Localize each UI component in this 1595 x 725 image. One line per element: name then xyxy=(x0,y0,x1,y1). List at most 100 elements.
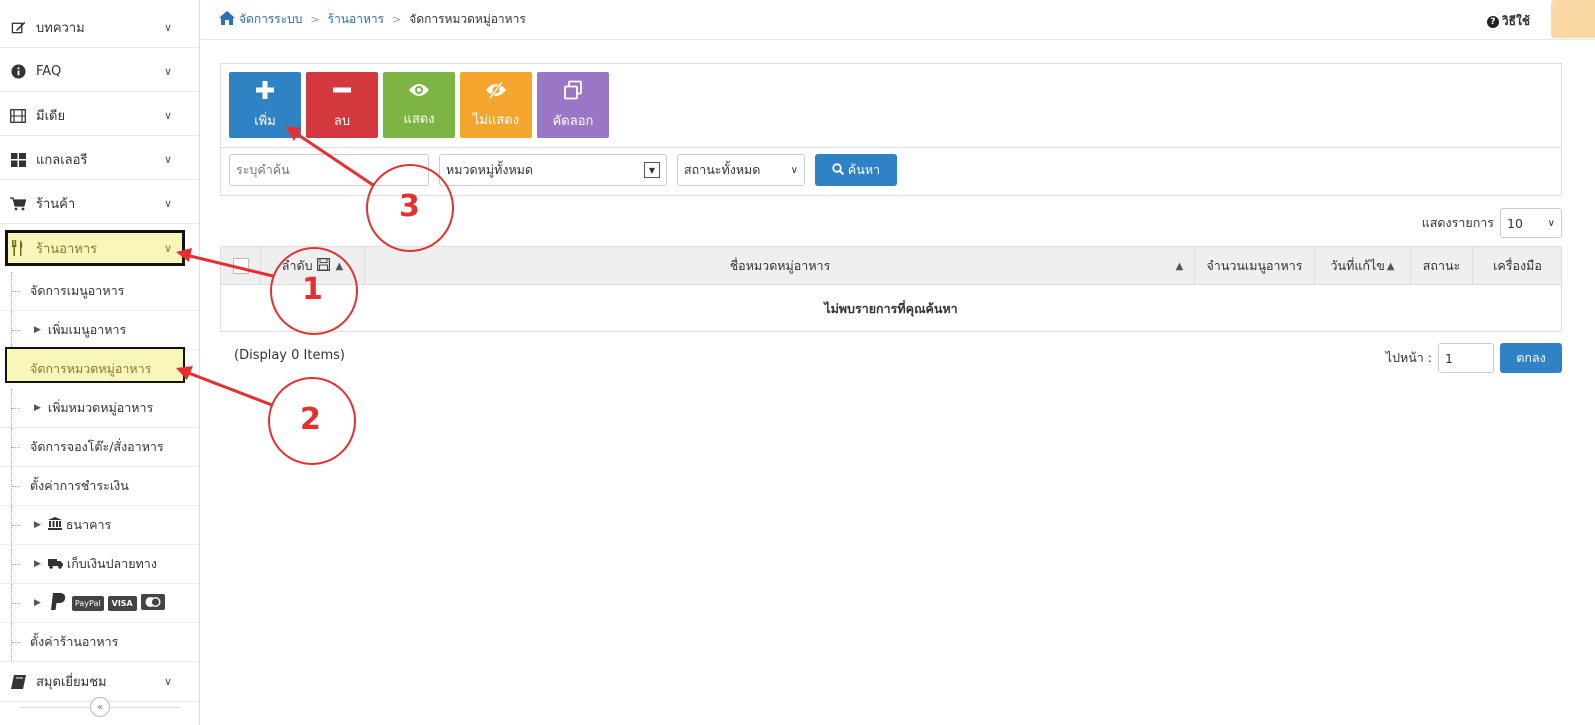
grid-icon xyxy=(10,152,26,168)
caret-right-icon: ▶ xyxy=(34,520,41,530)
page-jump-label: ไปหน้า : xyxy=(1385,350,1432,365)
sidebar-sub-menu-manage[interactable]: จัดการเมนูอาหาร xyxy=(0,272,199,311)
chevron-down-icon: ∨ xyxy=(163,21,173,34)
column-modified-date[interactable]: วันที่แก้ไข ▲ xyxy=(1315,247,1411,285)
sort-asc-icon[interactable]: ▲ xyxy=(336,261,344,272)
copy-button[interactable]: คัดลอก xyxy=(537,72,609,138)
annotation-number-2: 2 xyxy=(300,402,321,437)
corner-button[interactable] xyxy=(1551,0,1595,38)
tree-line xyxy=(11,506,20,544)
sidebar: บทความ ∨ FAQ ∨ มีเดีย ∨ แกลเลอรี ∨ ร้านค… xyxy=(0,0,200,725)
column-label: ชื่อหมวดหมู่อาหาร xyxy=(729,258,831,273)
sidebar-item-faq[interactable]: FAQ ∨ xyxy=(0,52,199,92)
column-tools: เครื่องมือ xyxy=(1473,247,1562,285)
book-icon xyxy=(10,674,26,690)
breadcrumb-separator: > xyxy=(310,13,320,26)
caret-right-icon: ▶ xyxy=(34,325,41,335)
sort-asc-icon[interactable]: ▲ xyxy=(1387,261,1395,272)
column-menu-count[interactable]: จำนวนเมนูอาหาร xyxy=(1195,247,1315,285)
sidebar-sub-cod[interactable]: ▶ เก็บเงินปลายทาง xyxy=(0,545,199,584)
home-icon xyxy=(219,11,235,28)
bank-icon xyxy=(47,517,62,533)
status-select[interactable]: สถานะทั้งหมด ∨ xyxy=(677,154,805,186)
paypal-badge: PayPal xyxy=(71,595,104,611)
search-input[interactable]: ระบุคำค้น xyxy=(229,154,429,186)
truck-icon xyxy=(47,557,63,572)
sidebar-item-label: แกลเลอรี xyxy=(36,153,88,168)
tree-line xyxy=(11,311,20,349)
column-label: เครื่องมือ xyxy=(1493,258,1542,273)
help-label: วิธีใช้ xyxy=(1501,14,1530,28)
sidebar-sub-label: ตั้งค่าการชำระเงิน xyxy=(30,478,129,493)
per-page-select[interactable]: 10 ∨ xyxy=(1500,208,1562,238)
breadcrumb: จัดการระบบ > ร้านอาหาร > จัดการหมวดหมู่อ… xyxy=(219,10,526,29)
hide-button[interactable]: ไม่แสดง xyxy=(460,72,532,138)
sidebar-item-label: สมุดเยี่ยมชม xyxy=(36,675,107,690)
chevron-down-icon: ∨ xyxy=(163,675,173,688)
category-select[interactable]: หมวดหมู่ทั้งหมด ▼ xyxy=(439,154,667,186)
show-button[interactable]: แสดง xyxy=(383,72,455,138)
tree-line xyxy=(11,623,20,661)
sidebar-item-media[interactable]: มีเดีย ∨ xyxy=(0,96,199,136)
edit-icon xyxy=(10,20,26,36)
chevron-down-icon: ∨ xyxy=(163,109,173,122)
chevron-down-icon: ∨ xyxy=(163,241,173,255)
top-bar: จัดการระบบ > ร้านอาหาร > จัดการหมวดหมู่อ… xyxy=(201,0,1595,40)
chevron-down-icon: ∨ xyxy=(163,197,173,210)
sidebar-sub-payment[interactable]: ตั้งค่าการชำระเงิน xyxy=(0,467,199,506)
per-page-label: แสดงรายการ xyxy=(1421,215,1494,230)
chevron-down-icon: ∨ xyxy=(1547,217,1555,229)
breadcrumb-home[interactable]: จัดการระบบ xyxy=(219,10,302,29)
sidebar-sub-label: จัดการหมวดหมู่อาหาร xyxy=(30,360,152,376)
sidebar-sub-menu-add[interactable]: ▶ เพิ่มเมนูอาหาร xyxy=(0,311,199,350)
sidebar-item-guestbook[interactable]: สมุดเยี่ยมชม ∨ xyxy=(0,662,199,702)
sidebar-sub-category-add[interactable]: ▶ เพิ่มหมวดหมู่อาหาร xyxy=(0,389,199,428)
annotation-number-3: 3 xyxy=(399,189,420,224)
page-number-input[interactable]: 1 xyxy=(1438,343,1494,373)
collapse-sidebar-button[interactable]: « xyxy=(90,697,110,717)
select-all-cell xyxy=(221,247,261,285)
sidebar-sub-bank[interactable]: ▶ ธนาคาร xyxy=(0,506,199,545)
per-page-control: แสดงรายการ 10 ∨ xyxy=(1422,208,1562,238)
sidebar-sub-settings[interactable]: ตั้งค่าร้านอาหาร xyxy=(0,623,199,662)
dropdown-arrow-icon: ▼ xyxy=(644,162,660,178)
sidebar-sub-online-payment[interactable]: ▶ PayPal VISA xyxy=(0,584,199,623)
search-button[interactable]: ค้นหา xyxy=(815,154,897,186)
delete-button[interactable]: ลบ xyxy=(306,72,378,138)
breadcrumb-home-label: จัดการระบบ xyxy=(239,12,303,26)
cart-icon xyxy=(10,196,26,212)
chevron-down-icon: ∨ xyxy=(163,65,173,78)
tree-line xyxy=(11,389,20,427)
add-button[interactable]: เพิ่ม xyxy=(229,72,301,138)
sidebar-sub-label: ธนาคาร xyxy=(65,517,112,532)
select-all-checkbox[interactable] xyxy=(232,258,249,274)
sidebar-item-label: มีเดีย xyxy=(36,109,66,124)
question-icon: ? xyxy=(1486,15,1499,28)
help-link[interactable]: ? วิธีใช้ xyxy=(1486,12,1530,31)
tree-line xyxy=(11,272,20,310)
caret-right-icon: ▶ xyxy=(34,598,41,608)
sidebar-sub-label: ตั้งค่าร้านอาหาร xyxy=(30,634,119,649)
column-category-name[interactable]: ชื่อหมวดหมู่อาหาร xyxy=(365,247,1195,285)
plus-icon xyxy=(255,80,275,105)
page-jump: ไปหน้า : 1 ตกลง xyxy=(1386,343,1562,373)
sidebar-item-restaurant[interactable]: ร้านอาหาร ∨ xyxy=(0,228,199,268)
table-header: ลำดับ ▲ ชื่อหมวดหมู่อาหาร ▲ จำนวนเมนูอาห… xyxy=(221,247,1561,285)
column-status[interactable]: สถานะ xyxy=(1411,247,1473,285)
sidebar-item-articles[interactable]: บทความ ∨ xyxy=(0,8,199,48)
breadcrumb-restaurant[interactable]: ร้านอาหาร xyxy=(328,10,384,29)
hide-button-label: ไม่แสดง xyxy=(472,112,520,128)
sidebar-item-shop[interactable]: ร้านค้า ∨ xyxy=(0,184,199,224)
eye-slash-icon xyxy=(485,80,507,104)
sidebar-item-label: FAQ xyxy=(36,64,62,79)
sidebar-item-gallery[interactable]: แกลเลอรี ∨ xyxy=(0,140,199,180)
sidebar-sub-category-manage[interactable]: จัดการหมวดหมู่อาหาร xyxy=(0,349,199,388)
breadcrumb-separator: > xyxy=(392,13,402,26)
caret-right-icon: ▶ xyxy=(34,403,41,413)
sidebar-item-label: ร้านอาหาร xyxy=(36,241,98,257)
status-select-value: สถานะทั้งหมด xyxy=(684,162,761,177)
tree-line xyxy=(11,584,20,622)
go-button[interactable]: ตกลง xyxy=(1500,343,1562,373)
sort-asc-icon[interactable]: ▲ xyxy=(1165,247,1195,285)
sidebar-sub-booking[interactable]: จัดการจองโต๊ะ/สั่งอาหาร xyxy=(0,428,199,467)
